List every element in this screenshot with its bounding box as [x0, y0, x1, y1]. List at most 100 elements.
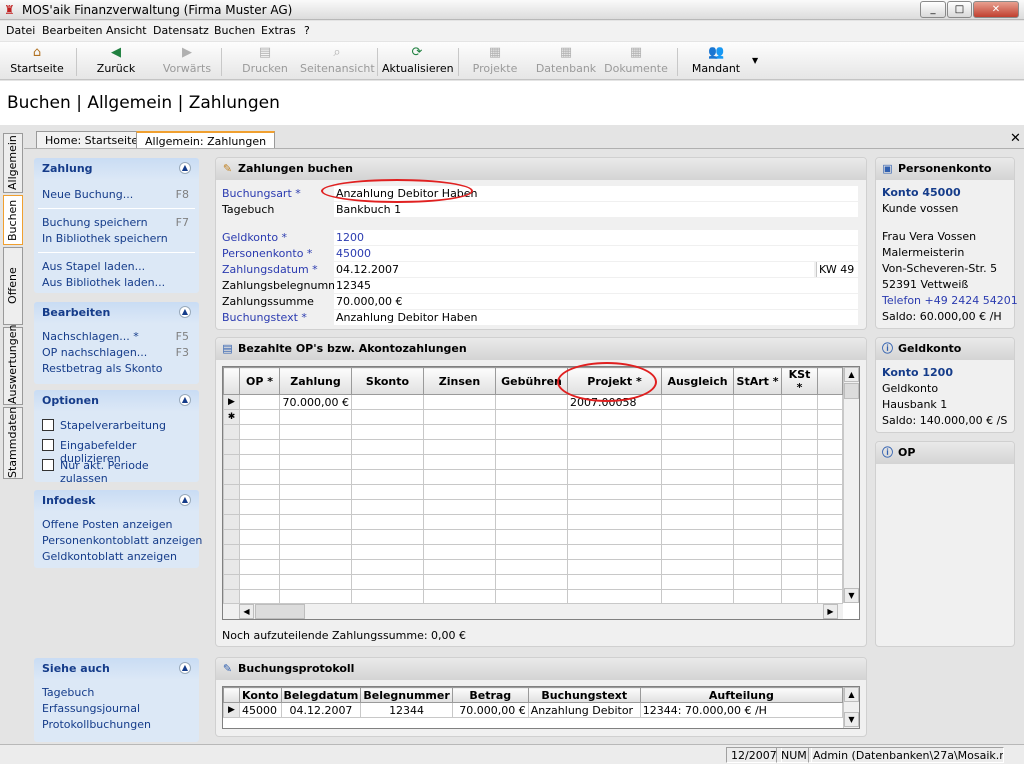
section-optionen-header[interactable]: Optionen ▲: [34, 390, 199, 412]
maximize-button[interactable]: □: [947, 1, 972, 18]
cell-start[interactable]: [733, 394, 782, 410]
link-buchung-speichern[interactable]: Buchung speichern: [42, 216, 148, 229]
input-buchungstext[interactable]: Anzahlung Debitor Haben: [334, 310, 858, 325]
close-tab-icon[interactable]: ✕: [1010, 131, 1021, 146]
col-belegnummer[interactable]: Belegnummer: [360, 687, 453, 703]
input-tagebuch[interactable]: Bankbuch 1: [334, 202, 858, 217]
col-op[interactable]: OP *: [239, 367, 280, 395]
collapse-icon[interactable]: ▲: [179, 662, 191, 674]
label-personenkonto[interactable]: Personenkonto *: [222, 247, 312, 260]
menu-bearbeiten[interactable]: Bearbeiten: [42, 24, 102, 37]
cell-buchungstext[interactable]: Anzahlung Debitor: [527, 702, 641, 718]
cell-kst[interactable]: [781, 394, 818, 410]
link-aus-bibliothek-laden[interactable]: Aus Bibliothek laden...: [42, 276, 165, 289]
collapse-icon[interactable]: ▲: [179, 306, 191, 318]
cell-zahlung[interactable]: 70.000,00 €: [279, 394, 352, 410]
cell-betrag[interactable]: 70.000,00 €: [451, 702, 529, 718]
col-ausgleich[interactable]: Ausgleich: [661, 367, 734, 395]
checkbox-nur-akt-periode[interactable]: [42, 459, 54, 471]
vtab-buchen[interactable]: Buchen: [3, 195, 23, 245]
col-konto[interactable]: Konto: [239, 687, 282, 703]
scroll-up-icon[interactable]: ▲: [844, 687, 859, 702]
scroll-down-icon[interactable]: ▼: [844, 588, 859, 603]
collapse-icon[interactable]: ▲: [179, 162, 191, 174]
vorwaerts-button[interactable]: ▶ Vorwärts: [160, 46, 214, 78]
dropdown-arrow-icon[interactable]: ▼: [752, 56, 758, 65]
checkbox-eingabefelder-duplizieren[interactable]: [42, 439, 54, 451]
menu-extras[interactable]: Extras: [261, 24, 296, 37]
label-buchungstext[interactable]: Buchungstext *: [222, 311, 307, 324]
link-restbetrag-als-skonto[interactable]: Restbetrag als Skonto: [42, 362, 163, 375]
drucken-button[interactable]: ▤ Drucken: [240, 46, 290, 78]
ops-horizontal-scrollbar[interactable]: ◀ ▶: [223, 603, 843, 619]
section-infodesk-header[interactable]: Infodesk ▲: [34, 490, 199, 512]
link-protokollbuchungen[interactable]: Protokollbuchungen: [42, 718, 151, 731]
input-geldkonto[interactable]: 1200: [334, 230, 858, 245]
scroll-right-icon[interactable]: ▶: [823, 604, 838, 619]
cell-belegnummer[interactable]: 12344: [360, 702, 453, 718]
hscroll-thumb[interactable]: [255, 604, 305, 619]
col-aufteilung[interactable]: Aufteilung: [639, 687, 844, 703]
section-bearbeiten-header[interactable]: Bearbeiten ▲: [34, 302, 199, 324]
section-siehe-auch-header[interactable]: Siehe auch ▲: [34, 658, 199, 680]
close-window-button[interactable]: ✕: [973, 1, 1019, 18]
ops-vertical-scrollbar[interactable]: ▲ ▼: [843, 367, 859, 603]
link-aus-stapel-laden[interactable]: Aus Stapel laden...: [42, 260, 145, 273]
aktualisieren-button[interactable]: ⟳ Aktualisieren: [382, 46, 454, 78]
link-offene-posten-anzeigen[interactable]: Offene Posten anzeigen: [42, 518, 173, 531]
menu-datensatz[interactable]: Datensatz: [153, 24, 209, 37]
vtab-auswertungen[interactable]: Auswertungen: [3, 325, 23, 405]
menu-help[interactable]: ?: [304, 24, 310, 37]
checkbox-stapelverarbeitung[interactable]: [42, 419, 54, 431]
link-erfassungsjournal[interactable]: Erfassungsjournal: [42, 702, 140, 715]
protokoll-vertical-scrollbar[interactable]: ▲ ▼: [843, 687, 859, 728]
label-zahlungsdatum[interactable]: Zahlungsdatum *: [222, 263, 318, 276]
input-zahlungssumme[interactable]: 70.000,00 €: [334, 294, 858, 309]
tab-allgemein-zahlungen[interactable]: Allgemein: Zahlungen: [136, 131, 276, 149]
new-row[interactable]: ✱: [223, 409, 843, 425]
vtab-stammdaten[interactable]: Stammdaten: [3, 407, 23, 479]
link-op-nachschlagen[interactable]: OP nachschlagen...: [42, 346, 147, 359]
input-personenkonto[interactable]: 45000: [334, 246, 858, 261]
collapse-icon[interactable]: ▲: [179, 394, 191, 406]
link-nachschlagen[interactable]: Nachschlagen... *: [42, 330, 139, 343]
dokumente-button[interactable]: ▦ Dokumente: [604, 46, 668, 78]
section-zahlung-header[interactable]: Zahlung ▲: [34, 158, 199, 180]
link-geldkontoblatt-anzeigen[interactable]: Geldkontoblatt anzeigen: [42, 550, 177, 563]
new-row-asterisk-icon[interactable]: ✱: [223, 409, 240, 425]
datenbank-button[interactable]: ▦ Datenbank: [534, 46, 598, 78]
cell-op[interactable]: [239, 394, 280, 410]
vtab-offene-posten[interactable]: Offene Posten: [3, 247, 37, 325]
col-zinsen[interactable]: Zinsen: [423, 367, 496, 395]
col-skonto[interactable]: Skonto: [351, 367, 424, 395]
cell-konto[interactable]: 45000: [239, 702, 282, 718]
input-zahlungsbelegnummer[interactable]: 12345: [334, 278, 858, 293]
label-buchungsart[interactable]: Buchungsart *: [222, 187, 301, 200]
row-pointer-icon[interactable]: ▶: [223, 394, 240, 410]
col-kst[interactable]: KSt *: [781, 367, 818, 395]
geldkonto-konto[interactable]: Konto 1200: [882, 366, 953, 379]
scroll-up-icon[interactable]: ▲: [844, 367, 859, 382]
label-geldkonto[interactable]: Geldkonto *: [222, 231, 287, 244]
personenkonto-konto[interactable]: Konto 45000: [882, 186, 961, 199]
link-in-bibliothek-speichern[interactable]: In Bibliothek speichern: [42, 232, 168, 245]
col-zahlung[interactable]: Zahlung: [279, 367, 352, 395]
menu-ansicht[interactable]: Ansicht: [106, 24, 147, 37]
cell-zinsen[interactable]: [423, 394, 496, 410]
input-zahlungsdatum[interactable]: 04.12.2007: [334, 262, 814, 277]
startseite-button[interactable]: ⌂ Startseite: [8, 46, 66, 78]
col-belegdatum[interactable]: Belegdatum: [280, 687, 362, 703]
cell-skonto[interactable]: [351, 394, 424, 410]
col-start[interactable]: StArt *: [733, 367, 782, 395]
tab-home-startseite[interactable]: Home: Startseite: [36, 131, 148, 149]
minimize-button[interactable]: _: [920, 1, 946, 18]
menu-datei[interactable]: Datei: [6, 24, 35, 37]
scroll-thumb[interactable]: [844, 383, 859, 399]
mandant-button[interactable]: 👥 Mandant: [690, 46, 742, 78]
telefon-link[interactable]: Telefon +49 2424 54201: [882, 294, 1018, 307]
link-neue-buchung[interactable]: Neue Buchung...: [42, 188, 133, 201]
cell-belegdatum[interactable]: 04.12.2007: [280, 702, 362, 718]
scroll-down-icon[interactable]: ▼: [844, 712, 859, 727]
table-row[interactable]: ▶ 45000 04.12.2007 12344 70.000,00 € Anz…: [223, 702, 844, 718]
zurueck-button[interactable]: ◀ Zurück: [90, 46, 142, 78]
